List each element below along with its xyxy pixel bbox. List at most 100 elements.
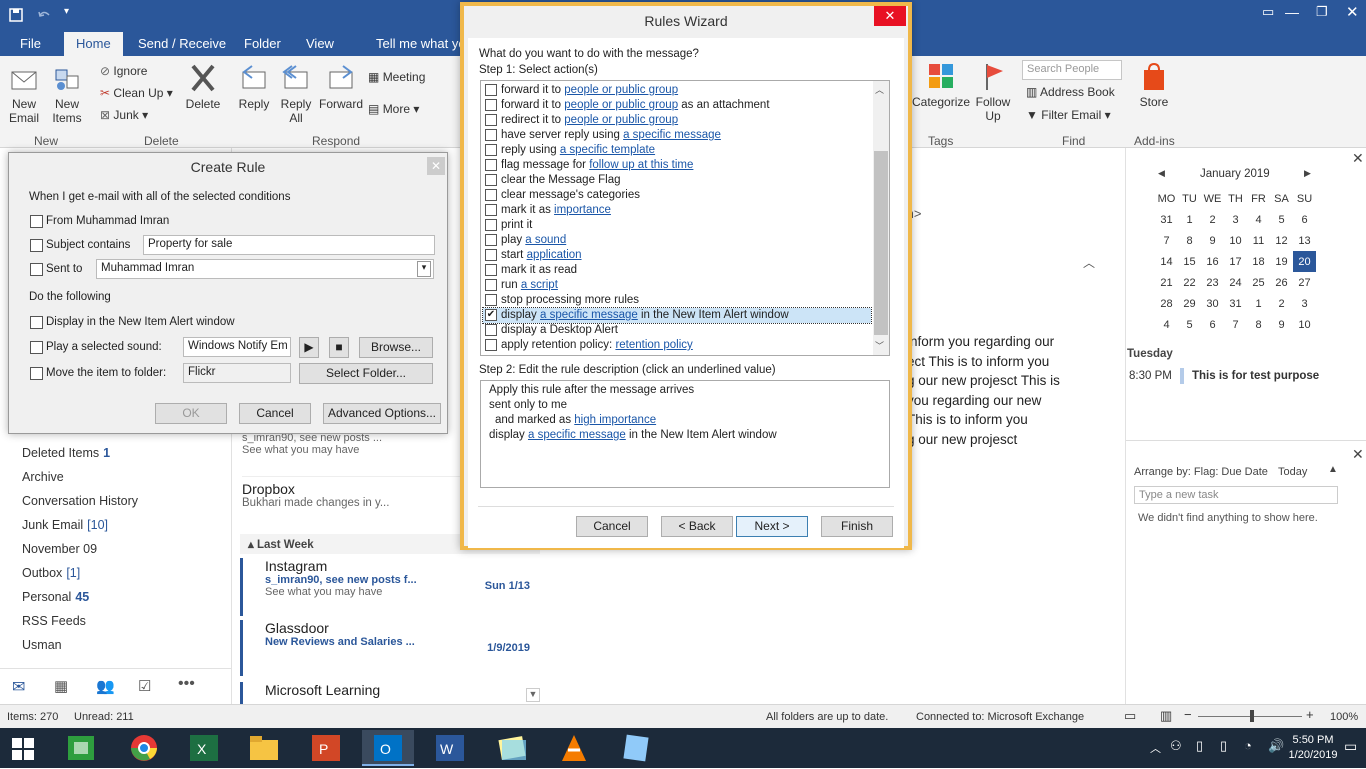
close-tasks-icon[interactable]: ✕ — [1352, 446, 1364, 463]
arrange-by[interactable]: Arrange by: Flag: Due Date — [1134, 466, 1268, 478]
phone-icon[interactable]: ▯ — [1220, 738, 1227, 754]
calendar-day[interactable]: 10 — [1224, 230, 1247, 251]
calendar-day[interactable]: 16 — [1201, 251, 1224, 272]
battery-icon[interactable]: ▯ — [1196, 738, 1203, 754]
sort-up-icon[interactable]: ▲ — [1328, 464, 1338, 475]
folder-archive[interactable]: Archive — [22, 470, 64, 484]
importance-link[interactable]: high importance — [574, 414, 656, 426]
action-checkbox[interactable] — [485, 174, 497, 186]
people-icon[interactable]: 👥 — [96, 677, 115, 695]
sent-to-select[interactable]: Muhammad Imran ▾ — [96, 259, 434, 279]
scroll-thumb[interactable] — [874, 151, 888, 335]
prev-month-icon[interactable]: ◀ — [1158, 168, 1165, 179]
calendar-day[interactable]: 4 — [1247, 209, 1270, 230]
close-wizard-button[interactable]: ✕ — [874, 6, 906, 26]
event-title[interactable]: This is for test purpose — [1192, 370, 1319, 382]
action-checkbox[interactable] — [485, 339, 497, 351]
calendar-day[interactable]: 10 — [1293, 314, 1316, 335]
more-nav-icon[interactable]: ••• — [178, 675, 195, 693]
action-item[interactable]: flag message for follow up at this time — [483, 158, 871, 173]
calendar-day[interactable]: 2 — [1201, 209, 1224, 230]
list-item[interactable]: Instagram s_imran90, see new posts f... … — [240, 558, 530, 616]
next-button[interactable]: Next > — [736, 516, 808, 537]
notifications-icon[interactable]: ▭ — [1344, 738, 1357, 755]
volume-icon[interactable]: 🔊 — [1268, 738, 1284, 754]
action-checkbox[interactable] — [485, 324, 497, 336]
collapse-header-icon[interactable]: ︿ — [1083, 254, 1095, 271]
calendar-day[interactable]: 3 — [1293, 293, 1316, 314]
action-item[interactable]: mark it as read — [483, 263, 871, 278]
subject-checkbox[interactable] — [30, 239, 43, 252]
save-icon[interactable] — [8, 7, 24, 23]
select-folder-button[interactable]: Select Folder... — [299, 363, 433, 384]
calendar-day[interactable]: 26 — [1270, 272, 1293, 293]
actions-scrollbar[interactable]: ︿ ﹀ — [873, 81, 889, 355]
calendar-day[interactable]: 24 — [1224, 272, 1247, 293]
action-item[interactable]: start application — [483, 248, 871, 263]
meeting-button[interactable]: ▦ Meeting — [368, 70, 425, 84]
folder-junk-email[interactable]: Junk Email [10] — [22, 518, 108, 532]
vlc-taskbar-icon[interactable] — [548, 730, 600, 766]
address-book-button[interactable]: ▥ Address Book — [1026, 85, 1115, 99]
action-item[interactable]: run a script — [483, 278, 871, 293]
calendar-icon[interactable]: ▦ — [54, 677, 68, 695]
calendar-day[interactable]: 1 — [1247, 293, 1270, 314]
alert-checkbox[interactable] — [30, 316, 43, 329]
folder-conversation-history[interactable]: Conversation History — [22, 494, 138, 508]
action-link[interactable]: people or public group — [564, 84, 678, 96]
new-items-button[interactable]: New Items — [46, 66, 88, 125]
close-window-button[interactable]: ✕ — [1346, 3, 1359, 21]
action-checkbox[interactable] — [485, 159, 497, 171]
action-item[interactable]: have server reply using a specific messa… — [483, 128, 871, 143]
action-link[interactable]: a specific message — [540, 309, 638, 321]
calendar-day[interactable]: 22 — [1178, 272, 1201, 293]
action-link[interactable]: a specific message — [623, 129, 721, 141]
tab-folder[interactable]: Folder — [232, 32, 293, 56]
today-sort[interactable]: Today — [1278, 466, 1307, 478]
action-link[interactable]: a script — [521, 279, 558, 291]
action-item[interactable]: redirect it to people or public group — [483, 113, 871, 128]
calendar-day[interactable]: 29 — [1178, 293, 1201, 314]
stop-sound-button[interactable]: ■ — [329, 337, 349, 358]
calendar-day[interactable]: 2 — [1270, 293, 1293, 314]
calendar-day[interactable]: 21 — [1155, 272, 1178, 293]
play-sound-button[interactable]: ▶ — [299, 337, 319, 358]
action-checkbox[interactable] — [485, 249, 497, 261]
back-button[interactable]: < Back — [661, 516, 733, 537]
specific-message-link[interactable]: a specific message — [528, 429, 626, 441]
action-checkbox[interactable]: ✔ — [485, 309, 497, 321]
filter-email-button[interactable]: ▼ Filter Email ▾ — [1026, 108, 1111, 122]
chrome-taskbar-icon[interactable] — [118, 730, 170, 766]
action-item[interactable]: stop processing more rules — [483, 293, 871, 308]
ignore-button[interactable]: ⊘ Ignore — [100, 64, 147, 78]
new-email-button[interactable]: New Email — [4, 66, 44, 125]
new-task-input[interactable]: Type a new task — [1134, 486, 1338, 504]
calendar-day[interactable]: 25 — [1247, 272, 1270, 293]
zoom-out-icon[interactable]: − — [1184, 707, 1192, 722]
follow-up-button[interactable]: Follow Up — [972, 62, 1014, 123]
tab-file[interactable]: File — [8, 32, 53, 56]
windows-start-icon[interactable] — [12, 738, 34, 760]
action-item[interactable]: clear message's categories — [483, 188, 871, 203]
zoom-in-icon[interactable]: + — [1306, 707, 1314, 722]
calendar-day[interactable]: 17 — [1224, 251, 1247, 272]
action-link[interactable]: importance — [554, 204, 611, 216]
minimize-button[interactable]: — — [1285, 4, 1299, 20]
calendar-day[interactable]: 5 — [1270, 209, 1293, 230]
calendar-day[interactable]: 6 — [1201, 314, 1224, 335]
calendar-day[interactable]: 1 — [1178, 209, 1201, 230]
folder-november-09[interactable]: November 09 — [22, 542, 97, 556]
calendar-day[interactable]: 5 — [1178, 314, 1201, 335]
action-link[interactable]: a specific template — [560, 144, 655, 156]
action-item[interactable]: forward it to people or public group as … — [483, 98, 871, 113]
action-item[interactable]: apply retention policy: retention policy — [483, 338, 871, 353]
powerpoint-taskbar-icon[interactable]: P — [300, 730, 352, 766]
action-link[interactable]: retention policy — [615, 339, 692, 351]
calendar-day[interactable]: 15 — [1178, 251, 1201, 272]
calendar-day[interactable]: 31 — [1155, 209, 1178, 230]
action-checkbox[interactable] — [485, 84, 497, 96]
calendar-day[interactable]: 3 — [1224, 209, 1247, 230]
calendar-day[interactable]: 13 — [1293, 230, 1316, 251]
tasks-icon[interactable]: ☑ — [138, 677, 151, 695]
categorize-button[interactable]: Categorize — [912, 62, 970, 109]
